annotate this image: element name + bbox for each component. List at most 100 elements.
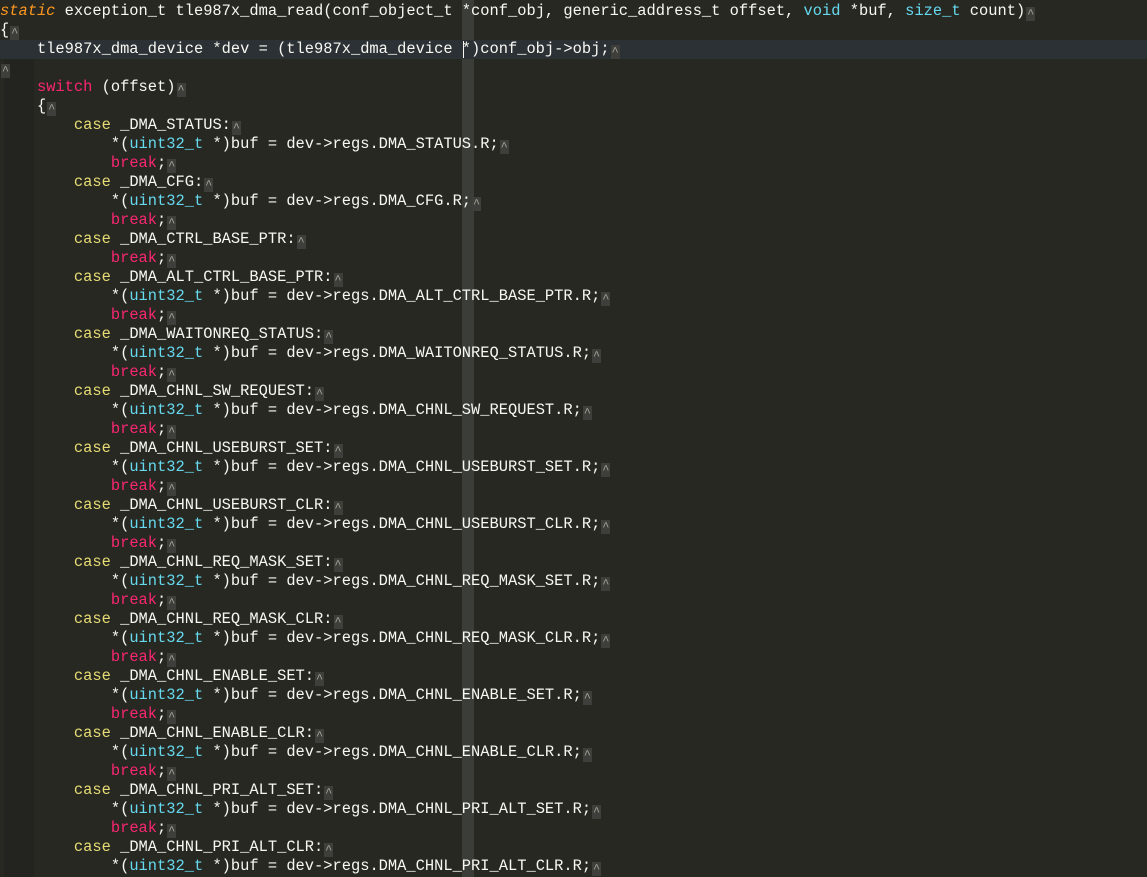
code-token: *( <box>0 458 130 476</box>
code-line[interactable]: break; ^ <box>0 420 177 439</box>
code-token: ; <box>157 154 167 172</box>
code-token: *( <box>0 686 130 704</box>
code-line[interactable]: *(uint32_t *)buf = dev->regs.DMA_ALT_CTR… <box>0 287 611 306</box>
code-line[interactable]: ^ <box>0 59 10 78</box>
eol-marker-icon: ^ <box>167 824 177 838</box>
code-token: ; <box>157 363 167 381</box>
code-line[interactable]: break; ^ <box>0 154 177 173</box>
code-line[interactable]: case _DMA_STATUS: ^ <box>0 116 241 135</box>
code-token: size_t <box>905 2 961 20</box>
code-token: break <box>110 534 158 552</box>
code-line[interactable]: case _DMA_CHNL_PRI_ALT_SET: ^ <box>0 781 334 800</box>
code-text: case _DMA_CHNL_PRI_ALT_CLR: <box>0 838 323 856</box>
code-line[interactable]: *(uint32_t *)buf = dev->regs.DMA_WAITONR… <box>0 344 602 363</box>
code-text: switch (offset) <box>0 78 176 96</box>
code-text: *(uint32_t *)buf = dev->regs.DMA_CFG.R; <box>0 192 471 210</box>
code-token: break <box>110 648 158 666</box>
code-token: ; <box>157 211 167 229</box>
code-line[interactable]: static exception_t tle987x_dma_read(conf… <box>0 2 1036 21</box>
code-token: case <box>73 724 111 742</box>
code-line[interactable]: switch (offset) ^ <box>0 78 186 97</box>
code-text: break; <box>0 477 166 495</box>
eol-marker-icon: ^ <box>333 558 343 572</box>
code-line[interactable]: *(uint32_t *)buf = dev->regs.DMA_STATUS.… <box>0 135 509 154</box>
code-line[interactable]: case _DMA_CHNL_REQ_MASK_CLR: ^ <box>0 610 343 629</box>
code-token: *)buf = dev->regs.DMA_CHNL_REQ_MASK_SET.… <box>203 572 601 590</box>
code-line[interactable]: case _DMA_CFG: ^ <box>0 173 214 192</box>
code-line[interactable]: case _DMA_CHNL_USEBURST_SET: ^ <box>0 439 343 458</box>
code-line[interactable]: {^ <box>0 97 57 116</box>
code-text: case _DMA_CHNL_ENABLE_SET: <box>0 667 314 685</box>
code-token: *)buf = dev->regs.DMA_ALT_CTRL_BASE_PTR.… <box>203 287 601 305</box>
code-text: static exception_t tle987x_dma_read(conf… <box>0 2 1025 20</box>
code-text: *(uint32_t *)buf = dev->regs.DMA_CHNL_EN… <box>0 743 582 761</box>
code-token: _DMA_CHNL_USEBURST_SET: <box>110 439 333 457</box>
code-token: break <box>110 249 158 267</box>
code-line-current[interactable]: tle987x_dma_device *dev = (tle987x_dma_d… <box>0 40 1147 59</box>
code-line[interactable]: *(uint32_t *)buf = dev->regs.DMA_CHNL_US… <box>0 515 611 534</box>
code-line[interactable]: break; ^ <box>0 363 177 382</box>
text-cursor <box>463 41 464 58</box>
code-text: case _DMA_CHNL_REQ_MASK_SET: <box>0 553 333 571</box>
code-text: break; <box>0 762 166 780</box>
eol-marker-icon: ^ <box>167 767 177 781</box>
code-line[interactable]: *(uint32_t *)buf = dev->regs.DMA_CHNL_EN… <box>0 686 592 705</box>
code-line[interactable]: break; ^ <box>0 534 177 553</box>
code-line[interactable]: case _DMA_CHNL_PRI_ALT_CLR: ^ <box>0 838 334 857</box>
code-token: _DMA_WAITONREQ_STATUS: <box>110 325 324 343</box>
code-token: case <box>73 838 111 856</box>
code-line[interactable]: break; ^ <box>0 211 177 230</box>
code-line[interactable]: *(uint32_t *)buf = dev->regs.DMA_CHNL_PR… <box>0 800 602 819</box>
code-line[interactable]: *(uint32_t *)buf = dev->regs.DMA_CHNL_US… <box>0 458 611 477</box>
code-line[interactable]: *(uint32_t *)buf = dev->regs.DMA_CHNL_EN… <box>0 743 592 762</box>
code-line[interactable]: *(uint32_t *)buf = dev->regs.DMA_CHNL_RE… <box>0 629 611 648</box>
code-line[interactable]: break; ^ <box>0 762 177 781</box>
code-token: *)buf = dev->regs.DMA_CHNL_ENABLE_SET.R; <box>203 686 582 704</box>
code-line[interactable]: case _DMA_ALT_CTRL_BASE_PTR: ^ <box>0 268 343 287</box>
code-line[interactable]: break; ^ <box>0 591 177 610</box>
code-token: _DMA_CHNL_REQ_MASK_CLR: <box>110 610 333 628</box>
code-line[interactable]: break; ^ <box>0 477 177 496</box>
code-line[interactable]: break; ^ <box>0 705 177 724</box>
code-line[interactable]: break; ^ <box>0 306 177 325</box>
code-token: _DMA_CHNL_PRI_ALT_SET: <box>110 781 324 799</box>
code-token: _DMA_CHNL_USEBURST_CLR: <box>110 496 333 514</box>
code-line[interactable]: break; ^ <box>0 648 177 667</box>
code-token: { <box>0 97 47 115</box>
eol-marker-icon: ^ <box>601 292 611 306</box>
code-token: case <box>73 116 111 134</box>
code-token: *( <box>0 135 130 153</box>
code-token: uint32_t <box>129 515 204 533</box>
code-editor[interactable]: static exception_t tle987x_dma_read(conf… <box>0 0 1147 877</box>
code-token: *( <box>0 743 130 761</box>
eol-marker-icon: ^ <box>167 311 177 325</box>
code-line[interactable]: break; ^ <box>0 819 177 838</box>
code-text: *(uint32_t *)buf = dev->regs.DMA_CHNL_PR… <box>0 857 591 875</box>
code-line[interactable]: *(uint32_t *)buf = dev->regs.DMA_CHNL_SW… <box>0 401 592 420</box>
code-line[interactable]: case _DMA_CHNL_SW_REQUEST: ^ <box>0 382 325 401</box>
code-line[interactable]: break; ^ <box>0 249 177 268</box>
code-line[interactable]: case _DMA_CTRL_BASE_PTR: ^ <box>0 230 306 249</box>
code-line[interactable]: {^ <box>0 21 20 40</box>
eol-marker-icon: ^ <box>333 615 343 629</box>
code-line[interactable]: case _DMA_CHNL_ENABLE_SET: ^ <box>0 667 325 686</box>
code-line[interactable]: case _DMA_CHNL_USEBURST_CLR: ^ <box>0 496 343 515</box>
code-text: case _DMA_CHNL_PRI_ALT_SET: <box>0 781 323 799</box>
eol-marker-icon: ^ <box>324 330 334 344</box>
code-line[interactable]: case _DMA_WAITONREQ_STATUS: ^ <box>0 325 334 344</box>
code-text: *(uint32_t *)buf = dev->regs.DMA_CHNL_SW… <box>0 401 582 419</box>
code-token: { <box>0 21 10 39</box>
code-line[interactable]: *(uint32_t *)buf = dev->regs.DMA_CFG.R; ^ <box>0 192 482 211</box>
code-line[interactable]: *(uint32_t *)buf = dev->regs.DMA_CHNL_RE… <box>0 572 611 591</box>
code-text: *(uint32_t *)buf = dev->regs.DMA_CHNL_PR… <box>0 800 591 818</box>
code-line[interactable]: *(uint32_t *)buf = dev->regs.DMA_CHNL_PR… <box>0 857 602 876</box>
code-token: case <box>73 610 111 628</box>
code-token: uint32_t <box>129 401 204 419</box>
code-line[interactable]: case _DMA_CHNL_REQ_MASK_SET: ^ <box>0 553 343 572</box>
code-line[interactable]: case _DMA_CHNL_ENABLE_CLR: ^ <box>0 724 325 743</box>
